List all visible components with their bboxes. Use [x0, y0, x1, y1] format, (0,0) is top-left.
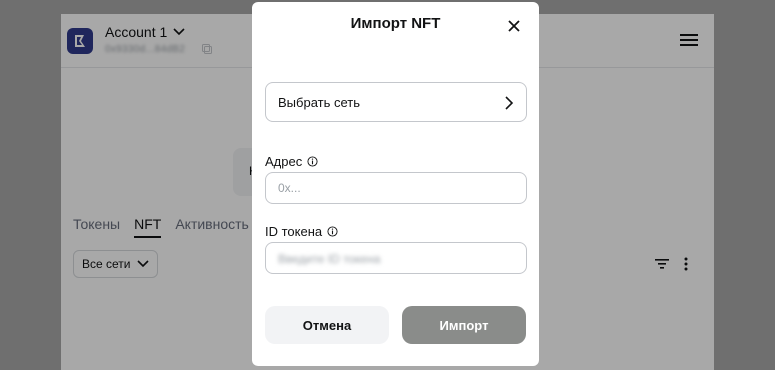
- cancel-button[interactable]: Отмена: [265, 306, 389, 344]
- info-icon[interactable]: [327, 226, 338, 237]
- import-nft-modal: Импорт NFT Выбрать сеть Адрес ID токена …: [252, 2, 539, 366]
- token-id-input[interactable]: [265, 242, 527, 274]
- network-select-button[interactable]: Выбрать сеть: [265, 82, 527, 122]
- address-label: Адрес: [265, 154, 303, 169]
- token-id-label: ID токена: [265, 224, 323, 239]
- address-input[interactable]: [265, 172, 527, 204]
- close-icon[interactable]: [507, 19, 521, 33]
- import-button[interactable]: Импорт: [402, 306, 526, 344]
- info-icon[interactable]: [307, 156, 318, 167]
- token-id-label-row: ID токена: [265, 224, 338, 239]
- modal-title: Импорт NFT: [350, 15, 441, 32]
- network-select-label: Выбрать сеть: [278, 94, 360, 110]
- chevron-right-icon: [505, 96, 514, 110]
- address-label-row: Адрес: [265, 154, 318, 169]
